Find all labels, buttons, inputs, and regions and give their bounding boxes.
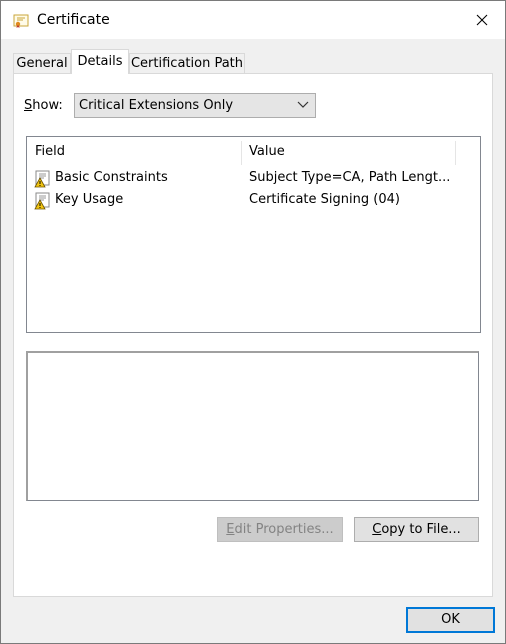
certificate-icon xyxy=(13,14,29,28)
column-header-field[interactable]: Field xyxy=(27,137,241,163)
certificate-dialog: Certificate General Details Certificatio… xyxy=(0,0,506,644)
tab-details[interactable]: Details xyxy=(71,49,129,74)
show-dropdown-value: Critical Extensions Only xyxy=(79,98,234,113)
show-label: Show: xyxy=(24,98,63,113)
field-value: Certificate Signing (04) xyxy=(249,192,400,207)
fields-listview[interactable]: Field Value Basic Constraints Subject Ty… xyxy=(26,136,481,333)
field-name: Basic Constraints xyxy=(55,170,168,185)
column-header-value[interactable]: Value xyxy=(241,137,455,163)
field-value: Subject Type=CA, Path Lengt... xyxy=(249,170,451,185)
details-panel: Show: Critical Extensions Only Field Val… xyxy=(13,73,493,597)
show-dropdown[interactable]: Critical Extensions Only xyxy=(74,93,316,118)
close-button[interactable] xyxy=(459,1,505,39)
tab-general[interactable]: General xyxy=(13,53,71,73)
list-item[interactable]: Basic Constraints Subject Type=CA, Path … xyxy=(27,167,480,189)
chevron-down-icon xyxy=(297,101,309,108)
warning-extension-icon xyxy=(34,170,50,188)
window-title: Certificate xyxy=(37,12,110,28)
close-icon xyxy=(476,14,488,26)
field-name: Key Usage xyxy=(55,192,124,207)
ok-button[interactable]: OK xyxy=(406,607,495,633)
warning-extension-icon xyxy=(34,192,50,210)
field-detail-textbox[interactable] xyxy=(26,351,479,501)
copy-to-file-button[interactable]: Copy to File... xyxy=(354,517,479,542)
listview-header: Field Value xyxy=(27,137,480,165)
tab-certification-path[interactable]: Certification Path xyxy=(129,53,245,73)
edit-properties-button[interactable]: Edit Properties... xyxy=(217,517,343,542)
list-item[interactable]: Key Usage Certificate Signing (04) xyxy=(27,189,480,211)
column-separator[interactable] xyxy=(455,141,456,165)
title-bar[interactable]: Certificate xyxy=(1,1,505,39)
